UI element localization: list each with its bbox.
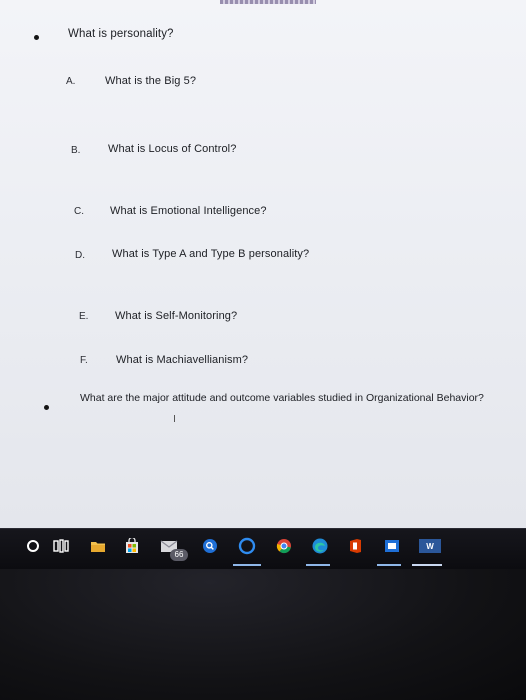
svg-text:W: W bbox=[426, 542, 434, 551]
word-icon[interactable]: W bbox=[417, 535, 443, 557]
edge-icon[interactable] bbox=[309, 535, 331, 557]
item-d-text: What is Type A and Type B personality? bbox=[112, 248, 310, 260]
mail-badge: 66 bbox=[170, 549, 188, 561]
bullet-dot bbox=[44, 405, 49, 410]
search-icon[interactable] bbox=[199, 535, 221, 557]
office-icon[interactable] bbox=[344, 535, 366, 557]
item-f-text: What is Machiavellianism? bbox=[116, 354, 249, 366]
item-e-letter: E. bbox=[79, 311, 89, 322]
active-app-indicator bbox=[306, 564, 330, 566]
windows-taskbar: 66 W bbox=[0, 528, 526, 569]
active-app-indicator bbox=[377, 564, 401, 566]
photos-icon[interactable] bbox=[381, 535, 403, 557]
task-view-icon[interactable] bbox=[50, 535, 72, 557]
item-e-text: What is Self-Monitoring? bbox=[115, 310, 238, 322]
start-icon[interactable] bbox=[22, 535, 44, 557]
text-cursor bbox=[174, 415, 175, 422]
item-b-letter: B. bbox=[71, 145, 81, 156]
question-attitude-variables: What are the major attitude and outcome … bbox=[80, 392, 484, 404]
item-d-letter: D. bbox=[75, 250, 85, 261]
monitor-bezel-shadow bbox=[0, 569, 526, 700]
active-app-indicator bbox=[233, 564, 261, 566]
photo-of-monitor: What is personality? A. What is the Big … bbox=[0, 0, 526, 700]
cortana-icon[interactable] bbox=[236, 535, 258, 557]
document-page: What is personality? A. What is the Big … bbox=[0, 0, 526, 532]
item-a-text: What is the Big 5? bbox=[105, 75, 197, 87]
chrome-icon[interactable] bbox=[273, 535, 295, 557]
page-header-fragment bbox=[220, 0, 316, 4]
item-a-letter: A. bbox=[66, 76, 76, 87]
file-explorer-icon[interactable] bbox=[87, 535, 109, 557]
store-icon[interactable] bbox=[121, 535, 143, 557]
item-b-text: What is Locus of Control? bbox=[108, 143, 237, 155]
item-c-text: What is Emotional Intelligence? bbox=[110, 205, 267, 217]
item-c-letter: C. bbox=[74, 206, 84, 217]
item-f-letter: F. bbox=[80, 355, 88, 366]
bullet-dot bbox=[34, 35, 39, 40]
active-app-indicator bbox=[412, 564, 442, 566]
question-personality: What is personality? bbox=[68, 28, 174, 40]
